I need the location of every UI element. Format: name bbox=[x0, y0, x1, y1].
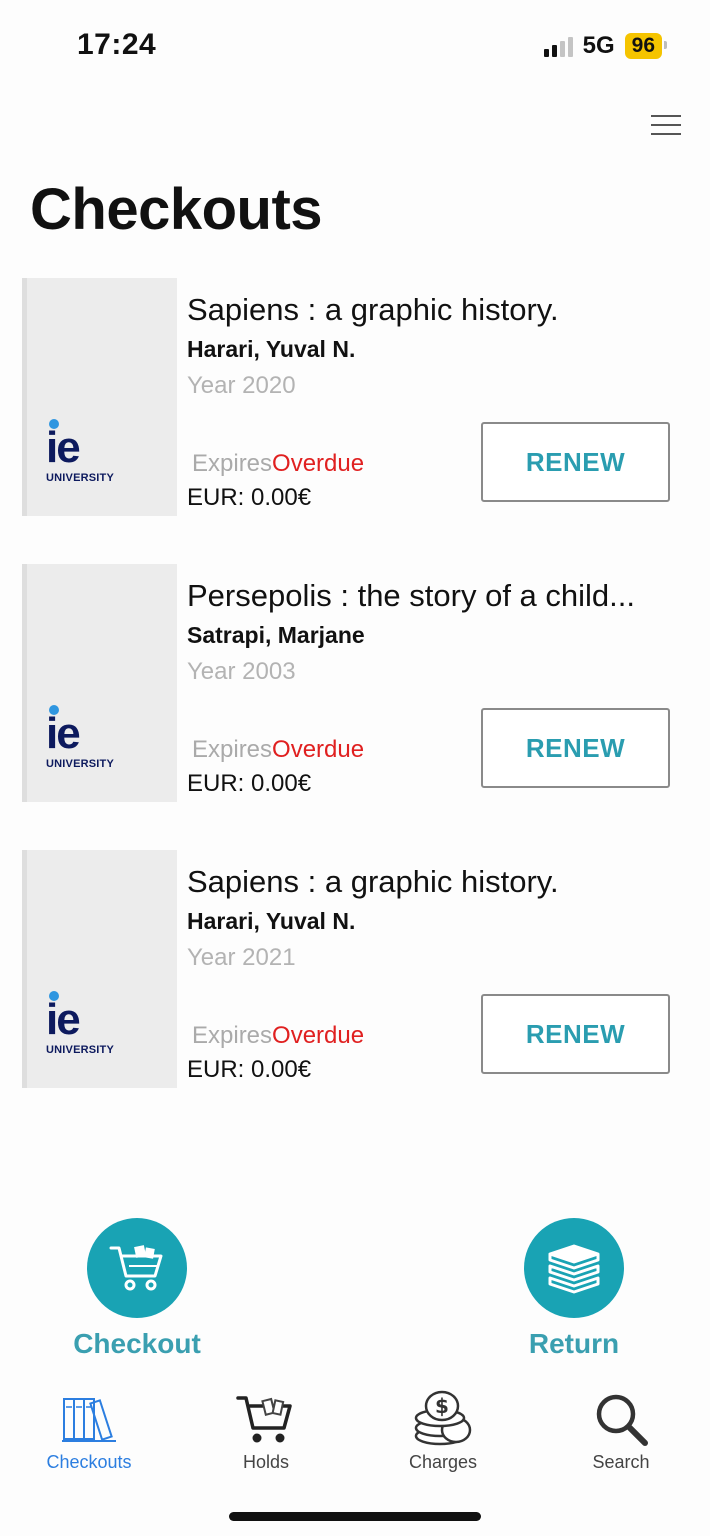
overdue-status: Overdue bbox=[272, 736, 365, 763]
book-year: Year 2003 bbox=[187, 658, 296, 685]
ie-university-logo: ie UNIVERSITY bbox=[46, 991, 114, 1056]
checkout-item[interactable]: ie UNIVERSITY Persepolis : the story of … bbox=[22, 564, 692, 802]
tab-search[interactable]: Search bbox=[556, 1390, 686, 1473]
ie-university-logo: ie UNIVERSITY bbox=[46, 419, 114, 484]
cart-icon bbox=[201, 1390, 331, 1448]
book-title: Sapiens : a graphic history. bbox=[187, 864, 559, 899]
renew-button[interactable]: RENEW bbox=[481, 422, 670, 502]
bookshelf-icon bbox=[24, 1390, 154, 1448]
menu-icon[interactable] bbox=[651, 115, 681, 135]
expires-label: Expires bbox=[192, 736, 273, 763]
tab-label: Checkouts bbox=[46, 1452, 132, 1472]
checkout-item[interactable]: ie UNIVERSITY Sapiens : a graphic histor… bbox=[22, 278, 692, 516]
signal-icon bbox=[543, 35, 573, 57]
charge-amount: EUR: 0.00€ bbox=[187, 770, 312, 797]
book-author: Satrapi, Marjane bbox=[187, 622, 365, 648]
expiry-info: ExpiresOverdue bbox=[192, 1022, 364, 1050]
book-year: Year 2021 bbox=[187, 944, 296, 971]
charge-amount: EUR: 0.00€ bbox=[187, 1056, 312, 1083]
charge-amount: EUR: 0.00€ bbox=[187, 484, 312, 511]
coins-icon: $ bbox=[378, 1390, 508, 1448]
book-author: Harari, Yuval N. bbox=[187, 336, 356, 362]
tab-label: Search bbox=[592, 1452, 650, 1472]
tab-label: Charges bbox=[408, 1452, 478, 1472]
expires-label: Expires bbox=[192, 1022, 273, 1049]
renew-button[interactable]: RENEW bbox=[481, 708, 670, 788]
expires-label: Expires bbox=[192, 450, 273, 477]
book-title: Persepolis : the story of a child... bbox=[187, 578, 635, 613]
status-time: 17:24 bbox=[77, 28, 157, 61]
home-indicator[interactable] bbox=[229, 1512, 481, 1521]
book-cover: ie UNIVERSITY bbox=[22, 564, 177, 802]
return-label: Return bbox=[528, 1328, 620, 1359]
svg-text:$: $ bbox=[435, 1394, 449, 1418]
return-action[interactable]: Return bbox=[474, 1218, 674, 1360]
book-year: Year 2020 bbox=[187, 372, 296, 399]
checkout-action[interactable]: Checkout bbox=[37, 1218, 237, 1360]
tab-checkouts[interactable]: Checkouts bbox=[24, 1390, 154, 1473]
expiry-info: ExpiresOverdue bbox=[192, 450, 364, 478]
ie-university-logo: ie UNIVERSITY bbox=[46, 705, 114, 770]
checkout-cart-icon[interactable] bbox=[87, 1218, 187, 1318]
tab-label: Holds bbox=[242, 1452, 290, 1472]
status-indicators: 5G 96 bbox=[543, 30, 668, 62]
checkout-label: Checkout bbox=[73, 1328, 201, 1359]
book-title: Sapiens : a graphic history. bbox=[187, 292, 559, 327]
overdue-status: Overdue bbox=[272, 1022, 365, 1049]
battery-icon: 96 bbox=[624, 33, 668, 59]
renew-button[interactable]: RENEW bbox=[481, 994, 670, 1074]
checkout-item[interactable]: ie UNIVERSITY Sapiens : a graphic histor… bbox=[22, 850, 692, 1088]
overdue-status: Overdue bbox=[272, 450, 365, 477]
return-books-icon[interactable] bbox=[524, 1218, 624, 1318]
search-icon bbox=[556, 1390, 686, 1448]
expiry-info: ExpiresOverdue bbox=[192, 736, 364, 764]
book-cover: ie UNIVERSITY bbox=[22, 850, 177, 1088]
tab-charges[interactable]: $ Charges bbox=[378, 1390, 508, 1473]
book-author: Harari, Yuval N. bbox=[187, 908, 356, 934]
book-cover: ie UNIVERSITY bbox=[22, 278, 177, 516]
page-title: Checkouts bbox=[30, 177, 323, 242]
network-type: 5G bbox=[582, 32, 615, 59]
tab-holds[interactable]: Holds bbox=[201, 1390, 331, 1473]
